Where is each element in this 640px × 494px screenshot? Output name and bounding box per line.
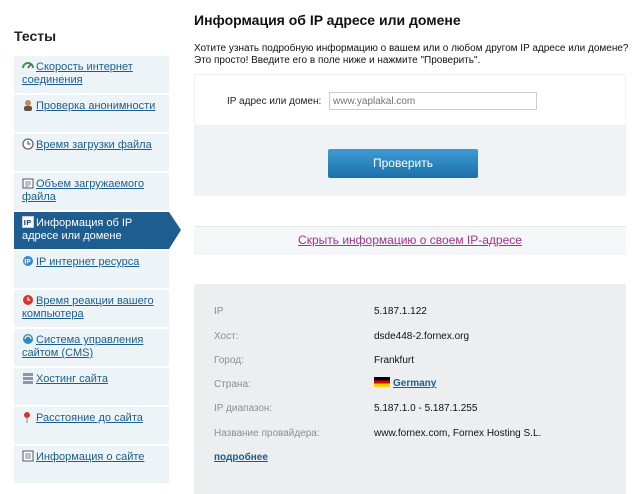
sidebar-item-ip-info[interactable]: IP Информация об IP адресе или домене [14, 212, 181, 249]
sidebar: Тесты Скорость интернет соединения Прове… [0, 0, 182, 494]
sidebar-item-label: Время загрузки файла [36, 139, 152, 151]
ip-lookup-form: IP адрес или домен: Проверить [194, 74, 626, 196]
reaction-icon [22, 294, 34, 306]
user-icon [22, 99, 34, 111]
more-details-link[interactable]: подробнее [214, 452, 268, 463]
sidebar-item-ip-resource[interactable]: IP IP интернет ресурса [14, 251, 169, 288]
sidebar-item-anonymity[interactable]: Проверка анонимности [14, 95, 169, 132]
sidebar-item-label: Расстояние до сайта [36, 412, 143, 424]
page-title: Информация об IP адресе или домене [194, 12, 461, 28]
ip-input-label: IP адрес или домен: [227, 96, 322, 107]
host-label: Хост: [214, 331, 239, 342]
speed-icon [22, 60, 34, 72]
hosting-icon [22, 372, 34, 384]
site-info-icon [22, 450, 34, 462]
check-button[interactable]: Проверить [328, 149, 478, 178]
range-value: 5.187.1.0 - 5.187.1.255 [374, 403, 478, 414]
input-row: IP адрес или домен: [194, 74, 626, 126]
sidebar-item-site-info[interactable]: Информация о сайте [14, 446, 169, 483]
sidebar-item-label: Проверка анонимности [36, 100, 156, 112]
sidebar-item-hosting[interactable]: Хостинг сайта [14, 368, 169, 405]
sidebar-item-label: Хостинг сайта [36, 373, 108, 385]
sidebar-item-cms[interactable]: Система управления сайтом (CMS) [14, 329, 169, 366]
sidebar-item-label: Информация о сайте [36, 451, 145, 463]
provider-value: www.fornex.com, Fornex Hosting S.L. [374, 428, 542, 439]
sidebar-item-distance[interactable]: Расстояние до сайта [14, 407, 169, 444]
ip-value: 5.187.1.122 [374, 306, 427, 317]
city-value: Frankfurt [374, 355, 415, 366]
pin-icon [22, 411, 34, 423]
sidebar-item-label: Время реакции вашего компьютера [22, 295, 154, 320]
germany-flag-icon [374, 377, 390, 387]
sidebar-nav: Скорость интернет соединения Проверка ан… [14, 56, 181, 485]
file-size-icon [22, 177, 34, 189]
clock-icon [22, 138, 34, 150]
sidebar-item-label: Система управления сайтом (CMS) [22, 334, 144, 359]
sidebar-item-label: Объем загружаемого файла [22, 178, 145, 203]
city-label: Город: [214, 355, 244, 366]
sidebar-item-file-size[interactable]: Объем загружаемого файла [14, 173, 169, 210]
ip-icon: IP [22, 216, 34, 228]
sidebar-title: Тесты [14, 28, 57, 44]
range-label: IP диапазон: [214, 403, 273, 414]
sidebar-item-label: Информация об IP адресе или домене [22, 217, 133, 242]
ip-info-panel: IP 5.187.1.122 Хост: dsde448-2.fornex.or… [194, 284, 626, 494]
host-value: dsde448-2.fornex.org [374, 331, 470, 342]
country-link[interactable]: Germany [393, 378, 436, 389]
hide-ip-link[interactable]: Скрыть информацию о своем IP-адресе [194, 233, 626, 247]
ip-label: IP [214, 306, 224, 317]
svg-text:IP: IP [24, 219, 32, 227]
sidebar-item-speed[interactable]: Скорость интернет соединения [14, 56, 169, 93]
sidebar-item-reaction-time[interactable]: Время реакции вашего компьютера [14, 290, 169, 327]
ip-input[interactable] [329, 92, 537, 110]
country-label: Страна: [214, 379, 251, 390]
cms-icon [22, 333, 34, 345]
sidebar-item-label: Скорость интернет соединения [22, 61, 133, 86]
svg-text:IP: IP [24, 259, 31, 266]
intro-text: Хотите узнать подробную информацию о ваш… [194, 43, 629, 66]
hide-ip-bar: Скрыть информацию о своем IP-адресе [194, 226, 626, 255]
provider-label: Название провайдера: [214, 428, 320, 439]
sidebar-item-download-time[interactable]: Время загрузки файла [14, 134, 169, 171]
sidebar-item-label: IP интернет ресурса [36, 256, 140, 268]
globe-icon: IP [22, 255, 34, 267]
country-value: Germany [374, 377, 436, 389]
